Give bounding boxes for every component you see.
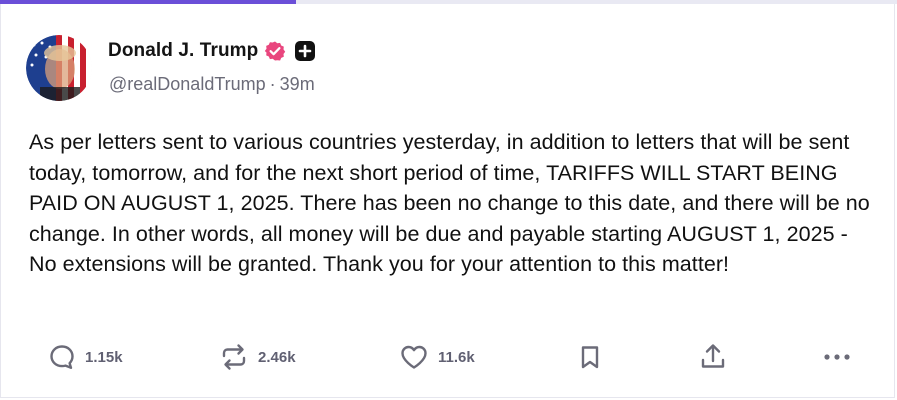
avatar[interactable]: [26, 35, 92, 101]
retruth-button[interactable]: 2.46k: [219, 339, 296, 375]
reply-count: 1.15k: [85, 348, 123, 366]
heart-icon: [399, 343, 429, 371]
post-actions: 1.15k 2.46k 11.6k: [1, 339, 897, 375]
post-time[interactable]: 39m: [280, 74, 315, 94]
author-row: Donald J. Trump: [108, 39, 316, 63]
post-body: As per letters sent to various countries…: [29, 130, 870, 276]
bookmark-button[interactable]: [577, 339, 603, 375]
bookmark-icon: [577, 343, 603, 371]
post-card: Donald J. Trump @realDonaldTrump · 39m As …: [0, 4, 895, 398]
handle-row: @realDonaldTrump · 39m: [109, 74, 315, 95]
author-name[interactable]: Donald J. Trump: [108, 40, 258, 62]
share-button[interactable]: [698, 339, 728, 375]
author-handle[interactable]: @realDonaldTrump: [109, 74, 266, 94]
reply-button[interactable]: 1.15k: [48, 339, 123, 375]
reply-icon: [48, 343, 76, 371]
like-count: 11.6k: [438, 348, 475, 366]
repost-icon: [219, 343, 249, 371]
plus-square-icon: [294, 40, 316, 62]
more-button[interactable]: [821, 339, 853, 375]
retruth-count: 2.46k: [258, 348, 296, 366]
like-button[interactable]: 11.6k: [399, 339, 475, 375]
more-icon: [821, 343, 853, 371]
handle-separator: ·: [269, 74, 276, 94]
share-icon: [698, 342, 728, 372]
verified-badge-icon: [264, 40, 286, 62]
